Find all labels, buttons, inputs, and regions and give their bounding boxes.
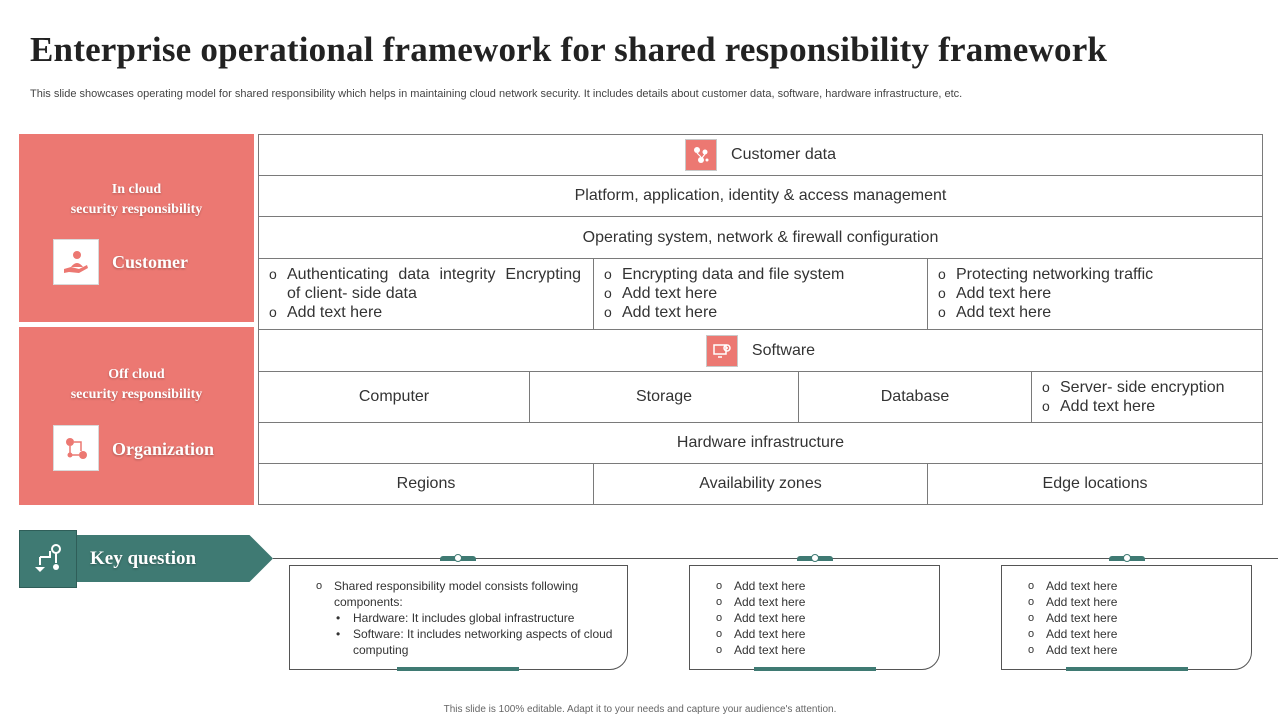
list-item: Add text here	[716, 594, 929, 610]
hand-user-icon	[53, 239, 99, 285]
database-cell: Database	[798, 371, 1032, 423]
computer-label: Computer	[358, 388, 430, 405]
database-label: Database	[880, 388, 950, 405]
customer-panel: In cloud security responsibility Custome…	[19, 134, 254, 322]
encryption-details-col-1: Authenticating data integrity Encrypting…	[258, 258, 594, 330]
question-list: Shared responsibility model consists fol…	[316, 578, 617, 658]
network-nodes-icon	[53, 425, 99, 471]
caption-line: Off cloud	[108, 367, 165, 382]
timeline-dot	[811, 554, 819, 562]
customer-role-label: Customer	[112, 252, 188, 272]
list-item: Add text here	[716, 578, 929, 594]
list-item: Add text here	[1028, 626, 1241, 642]
detail-list: Encrypting data and file system Add text…	[604, 265, 844, 322]
timeline-dot	[454, 554, 462, 562]
list-item: Encrypting data and file system	[604, 265, 844, 284]
page-title: Enterprise operational framework for sha…	[30, 30, 1108, 69]
storage-cell: Storage	[529, 371, 799, 423]
list-item: Add text here	[1042, 397, 1225, 416]
footer-note: This slide is 100% editable. Adapt it to…	[443, 704, 837, 715]
key-question-icon-box	[19, 530, 77, 588]
timeline-dot	[1123, 554, 1131, 562]
sub-list-item: Software: It includes networking aspects…	[334, 626, 617, 658]
question-item-text: Shared responsibility model consists fol…	[334, 579, 579, 609]
regions-label: Regions	[396, 475, 456, 492]
list-item: Add text here	[269, 303, 581, 322]
list-item: Add text here	[1028, 578, 1241, 594]
question-list: Add text here Add text here Add text her…	[1028, 578, 1241, 658]
list-item: Add text here	[716, 642, 929, 658]
list-item: Add text here	[1028, 610, 1241, 626]
list-item: Authenticating data integrity Encrypting…	[269, 265, 581, 303]
box-accent-bar	[1066, 667, 1188, 671]
zones-cell: Availability zones	[593, 463, 928, 505]
computer-cell: Computer	[258, 371, 530, 423]
hardware-label: Hardware infrastructure	[676, 434, 845, 451]
customer-caption: In cloud security responsibility	[19, 180, 254, 220]
edge-label: Edge locations	[1042, 475, 1148, 492]
customer-data-label: Customer data	[731, 146, 836, 163]
caption-line: security responsibility	[70, 202, 203, 217]
sub-list-item: Hardware: It includes global infrastruct…	[334, 610, 617, 626]
list-item: Add text here	[604, 284, 844, 303]
question-list: Add text here Add text here Add text her…	[716, 578, 929, 658]
hardware-row: Hardware infrastructure	[258, 422, 1263, 464]
question-box-1: Shared responsibility model consists fol…	[289, 565, 628, 671]
encryption-details-col-2: Encrypting data and file system Add text…	[593, 258, 928, 330]
organization-role-label: Organization	[112, 439, 214, 459]
list-item: Add text here	[1028, 642, 1241, 658]
storage-label: Storage	[635, 388, 693, 405]
encryption-details-col-3: Protecting networking traffic Add text h…	[927, 258, 1263, 330]
box-accent-bar	[754, 667, 876, 671]
key-question-label: Key question	[90, 548, 197, 569]
sub-list: Hardware: It includes global infrastruct…	[334, 610, 617, 658]
platform-row: Platform, application, identity & access…	[258, 175, 1263, 217]
list-item: Shared responsibility model consists fol…	[316, 578, 617, 658]
detail-list: Protecting networking traffic Add text h…	[938, 265, 1153, 322]
people-network-icon	[685, 139, 718, 171]
monitor-gear-icon	[705, 334, 738, 367]
key-question-icon	[35, 544, 61, 572]
zones-label: Availability zones	[699, 475, 822, 492]
list-item: Add text here	[604, 303, 844, 322]
regions-cell: Regions	[258, 463, 594, 505]
detail-list: Authenticating data integrity Encrypting…	[269, 265, 581, 322]
list-item: Add text here	[938, 303, 1153, 322]
list-item: Add text here	[1028, 594, 1241, 610]
organization-panel: Off cloud security responsibility Organi…	[19, 327, 254, 505]
software-row: Software	[258, 329, 1263, 372]
list-item: Add text here	[716, 610, 929, 626]
list-item: Protecting networking traffic	[938, 265, 1153, 284]
edge-cell: Edge locations	[927, 463, 1263, 505]
list-item: Add text here	[716, 626, 929, 642]
list-item: Add text here	[938, 284, 1153, 303]
list-item: Server- side encryption	[1042, 378, 1225, 397]
caption-line: In cloud	[111, 182, 162, 197]
software-label: Software	[751, 341, 816, 359]
server-encryption-cell: Server- side encryption Add text here	[1031, 371, 1263, 423]
question-box-2: Add text here Add text here Add text her…	[689, 565, 940, 671]
organization-caption: Off cloud security responsibility	[19, 365, 254, 405]
os-label: Operating system, network & firewall con…	[582, 228, 939, 246]
os-row: Operating system, network & firewall con…	[258, 216, 1263, 259]
question-box-3: Add text here Add text here Add text her…	[1001, 565, 1252, 671]
detail-list: Server- side encryption Add text here	[1042, 378, 1225, 416]
platform-label: Platform, application, identity & access…	[574, 187, 947, 204]
box-accent-bar	[397, 667, 519, 671]
caption-line: security responsibility	[70, 387, 203, 402]
customer-data-row: Customer data	[258, 134, 1263, 176]
page-subtitle: This slide showcases operating model for…	[30, 88, 963, 100]
